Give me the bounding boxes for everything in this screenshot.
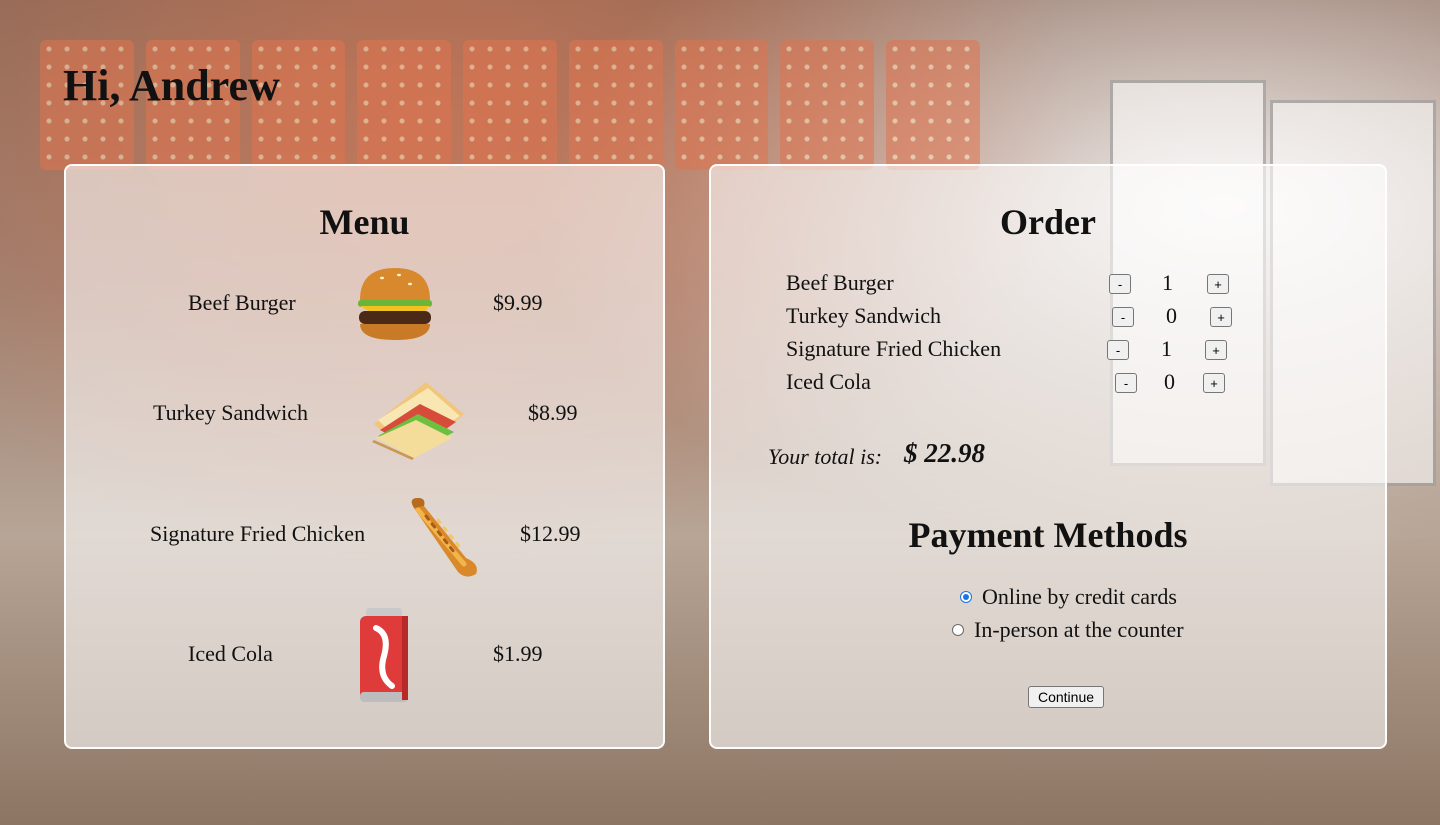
decrement-button[interactable]: - <box>1107 340 1129 360</box>
menu-title: Menu <box>319 202 410 242</box>
menu-item-name: Iced Cola <box>188 641 273 666</box>
increment-button[interactable]: + <box>1205 340 1227 360</box>
total-label: Your total is: <box>768 444 883 469</box>
cola-can-icon <box>360 608 408 702</box>
increment-button[interactable]: + <box>1203 373 1225 393</box>
decrement-button[interactable]: - <box>1112 307 1134 327</box>
burger-icon <box>358 268 432 340</box>
menu-item-price: $9.99 <box>493 290 543 315</box>
payment-methods-title: Payment Methods <box>908 515 1188 555</box>
greeting: Hi, Andrew <box>63 61 280 110</box>
menu-item-price: $1.99 <box>493 641 543 666</box>
sandwich-icon <box>372 382 464 460</box>
payment-option-label: In-person at the counter <box>974 617 1184 642</box>
fried-chicken-icon <box>411 498 477 577</box>
increment-button[interactable]: + <box>1210 307 1232 327</box>
quantity-value: 1 <box>1162 270 1173 295</box>
quantity-value: 1 <box>1161 336 1172 361</box>
order-item-name: Turkey Sandwich <box>786 303 942 328</box>
order-item-name: Beef Burger <box>786 270 894 295</box>
menu-item-name: Turkey Sandwich <box>153 400 309 425</box>
menu-item-name: Signature Fried Chicken <box>150 521 366 546</box>
menu-item-name: Beef Burger <box>188 290 296 315</box>
decrement-button[interactable]: - <box>1109 274 1131 294</box>
menu-item-price: $12.99 <box>520 521 581 546</box>
quantity-value: 0 <box>1164 369 1175 394</box>
order-item-name: Signature Fried Chicken <box>786 336 1002 361</box>
quantity-value: 0 <box>1166 303 1177 328</box>
continue-button[interactable]: Continue <box>1028 686 1104 708</box>
menu-item-price: $8.99 <box>528 400 578 425</box>
total-value: $ 22.98 <box>904 438 985 468</box>
order-panel: Order Beef Burger - 1 + Turkey Sandwich … <box>709 164 1387 749</box>
payment-option-online[interactable]: Online by credit cards <box>960 584 1177 610</box>
menu-panel: Menu Beef Burger $9.99 Turkey Sandwich $… <box>64 164 665 749</box>
radio-in-person[interactable] <box>952 624 964 636</box>
increment-button[interactable]: + <box>1207 274 1229 294</box>
order-item-name: Iced Cola <box>786 369 871 394</box>
payment-option-in-person[interactable]: In-person at the counter <box>952 617 1184 643</box>
radio-online[interactable] <box>960 591 972 603</box>
order-title: Order <box>1000 202 1096 242</box>
decrement-button[interactable]: - <box>1115 373 1137 393</box>
payment-option-label: Online by credit cards <box>982 584 1177 609</box>
